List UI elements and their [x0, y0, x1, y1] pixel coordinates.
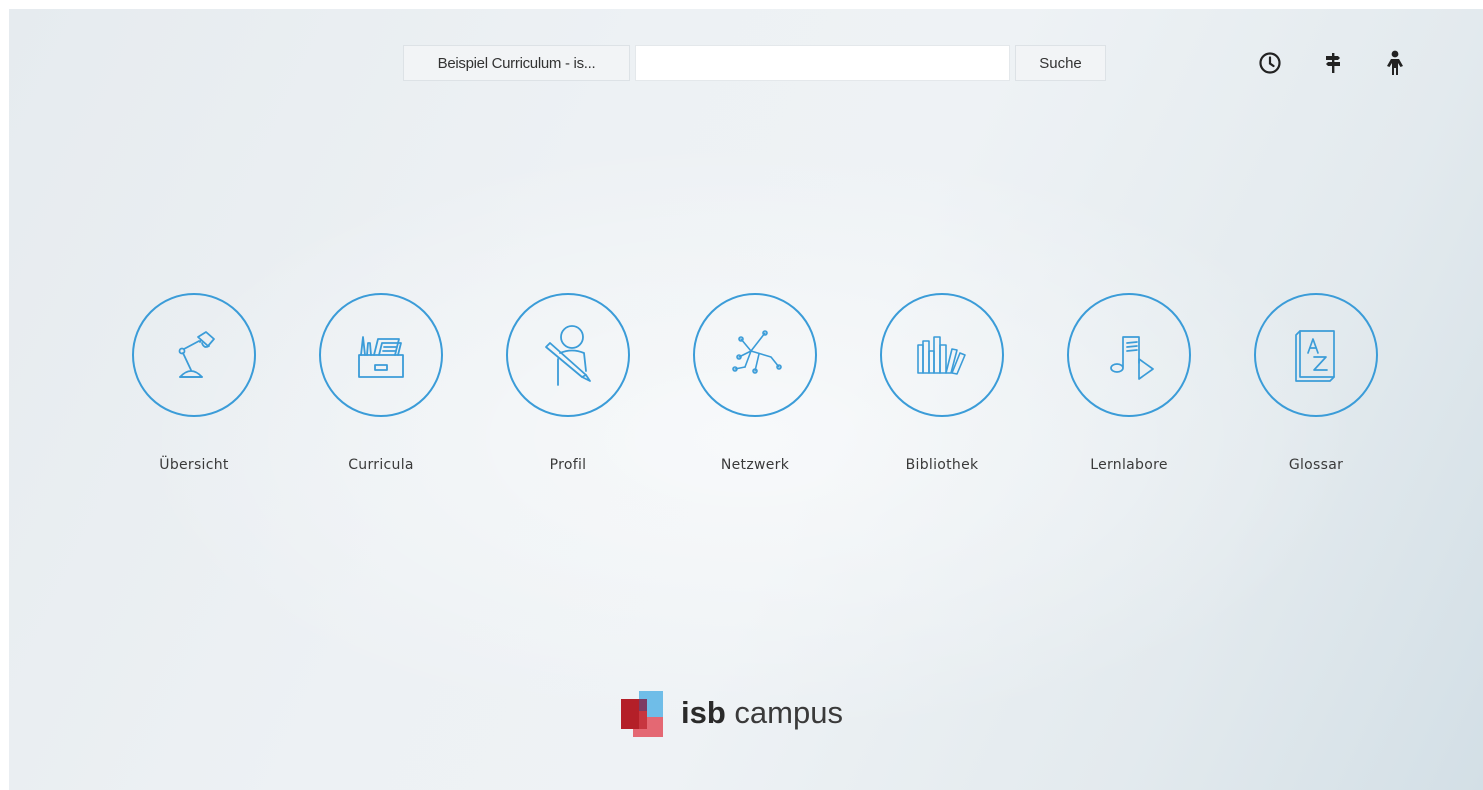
tile-label: Lernlabore	[1090, 457, 1168, 473]
tile-lernlabore[interactable]: Lernlabore	[1044, 293, 1214, 483]
tile-label: Profil	[549, 457, 587, 473]
file-drawer-icon	[319, 293, 443, 417]
glossary-az-icon	[1254, 293, 1378, 417]
tile-label: Netzwerk	[720, 457, 790, 473]
tile-glossar[interactable]: Glossar	[1231, 293, 1401, 483]
music-play-icon	[1067, 293, 1191, 417]
books-icon	[880, 293, 1004, 417]
tile-uebersicht[interactable]: Übersicht	[109, 293, 279, 483]
desk-lamp-icon	[132, 293, 256, 417]
clock-icon[interactable]	[1256, 49, 1284, 77]
network-icon	[693, 293, 817, 417]
tile-netzwerk[interactable]: Netzwerk	[670, 293, 840, 483]
signpost-icon[interactable]	[1319, 49, 1347, 77]
search-button[interactable]: Suche	[1015, 45, 1106, 81]
app-background: Beispiel Curriculum - is... Suche Übersi…	[9, 9, 1483, 790]
profile-pen-icon	[506, 293, 630, 417]
tile-label: Bibliothek	[905, 457, 979, 473]
logo-text: isb campus	[681, 695, 843, 730]
search-input[interactable]	[635, 45, 1010, 81]
tile-profil[interactable]: Profil	[483, 293, 653, 483]
tile-label: Glossar	[1288, 457, 1344, 473]
tile-curricula[interactable]: Curricula	[296, 293, 466, 483]
curriculum-select[interactable]: Beispiel Curriculum - is...	[403, 45, 630, 81]
logo-mark	[619, 689, 667, 737]
tile-label: Übersicht	[159, 457, 229, 473]
tile-label: Curricula	[348, 457, 414, 473]
tile-bibliothek[interactable]: Bibliothek	[857, 293, 1027, 483]
isb-campus-logo: isb campus	[619, 683, 843, 743]
person-icon[interactable]	[1381, 49, 1409, 77]
